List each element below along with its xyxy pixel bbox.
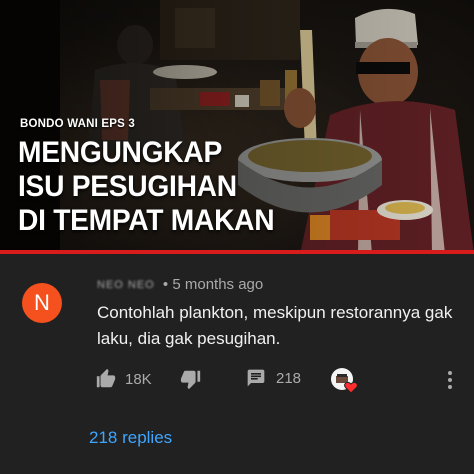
reply-count: 218: [276, 369, 302, 387]
creator-heart-icon: [330, 367, 360, 395]
thumbs-down-icon: [180, 368, 202, 390]
comment-meta: NEO NEO • 5 months ago: [97, 276, 263, 293]
thumbnail-headline: MENGUNGKAP ISU PESUGIHAN DI TEMPAT MAKAN: [18, 136, 275, 238]
thumbs-up-icon: [95, 368, 117, 390]
like-count: 18K: [125, 370, 152, 388]
comment-icon: [246, 368, 266, 388]
reply-button[interactable]: 218: [246, 368, 301, 388]
comment-text: Contohlah plankton, meskipun restorannya…: [97, 303, 453, 348]
avatar[interactable]: N: [22, 283, 62, 323]
comment-time[interactable]: 5 months ago: [172, 276, 263, 293]
dislike-button[interactable]: [180, 368, 202, 390]
headline-line-3: DI TEMPAT MAKAN: [18, 204, 275, 237]
video-thumbnail[interactable]: BONDO WANI EPS 3 MENGUNGKAP ISU PESUGIHA…: [0, 0, 474, 254]
like-button[interactable]: 18K: [95, 368, 152, 390]
thumbnail-red-rule: [0, 250, 474, 254]
creator-heart: [330, 367, 360, 395]
more-options-button[interactable]: [446, 370, 454, 390]
headline-line-1: MENGUNGKAP: [18, 136, 222, 169]
view-replies-link[interactable]: 218 replies: [89, 428, 172, 448]
headline-line-2: ISU PESUGIHAN: [18, 170, 237, 203]
meta-separator: •: [162, 276, 169, 293]
author-name[interactable]: NEO NEO: [97, 279, 155, 291]
comment-action-bar: 18K 218: [0, 364, 474, 396]
more-vertical-icon: [446, 370, 454, 390]
episode-label: BONDO WANI EPS 3: [20, 118, 136, 130]
